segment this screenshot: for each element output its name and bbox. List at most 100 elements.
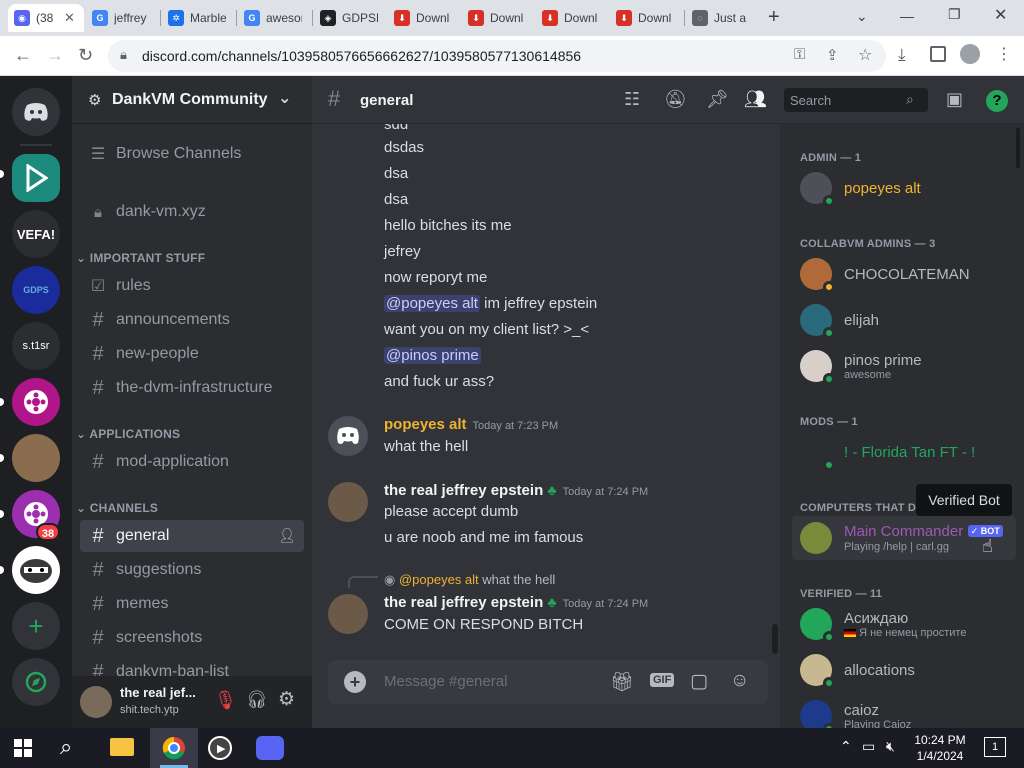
tab-jeffrey[interactable]: G jeffrey (86, 4, 158, 32)
help-icon[interactable]: ? (986, 90, 1008, 112)
channel-new-people[interactable]: # new-people (80, 338, 304, 370)
inbox-icon[interactable]: ▣ (946, 89, 963, 110)
volume-muted-icon[interactable]: 🔇︎ (886, 738, 895, 755)
channel-memes[interactable]: # memes (80, 588, 304, 620)
user-name[interactable]: the real jef... (120, 685, 196, 700)
windows-start-icon[interactable] (14, 739, 32, 757)
server-header[interactable]: ⚙ DankVM Community ⌄ (72, 76, 312, 124)
key-icon[interactable]: ⚿ (794, 46, 805, 63)
member-florida-tan[interactable]: ! - Florida Tan FT - ! (792, 430, 1016, 474)
channel-rules[interactable]: ☑ rules (80, 270, 304, 302)
server-vefa-icon[interactable]: VEFA! (12, 210, 60, 258)
server-st1sr-icon[interactable]: s.t1sr (12, 322, 60, 370)
user-mention[interactable]: @pinos prime (384, 347, 481, 364)
channel-suggestions[interactable]: # suggestions (80, 554, 304, 586)
discord-home-icon[interactable] (12, 88, 60, 136)
minimize-button[interactable]: — (900, 8, 914, 24)
channel-general[interactable]: # general 👤︎ (80, 520, 304, 552)
scrollbar[interactable] (772, 624, 778, 654)
browse-channels-item[interactable]: ☰ Browse Channels (80, 138, 304, 170)
mute-notifications-icon[interactable]: 🔕︎ (664, 89, 687, 110)
discord-taskbar-icon[interactable] (256, 736, 284, 760)
member-pinos-prime[interactable]: pinos prime awesome (792, 344, 1016, 388)
server-film-icon[interactable] (12, 378, 60, 426)
chevron-down-icon[interactable]: ⌄ (278, 88, 291, 108)
member-chocolateman[interactable]: CHOCOLATEMAN (792, 252, 1016, 296)
share-icon[interactable]: ⇪ (826, 46, 839, 64)
sticker-icon[interactable]: ▢ (690, 670, 708, 693)
settings-gear-icon[interactable]: ⚙ (278, 688, 295, 711)
category-applications[interactable]: ⌄ APPLICATIONS (76, 427, 180, 441)
member-asizhdayu[interactable]: Асиждаю Я не немец простите (792, 602, 1016, 646)
tab-search-chevron-icon[interactable]: ⌄ (856, 8, 868, 25)
reload-button[interactable]: ↻ (78, 45, 93, 66)
media-player-icon[interactable]: ▶ (208, 736, 232, 760)
category-channels[interactable]: ⌄ CHANNELS (76, 501, 158, 515)
channel-screenshots[interactable]: # screenshots (80, 622, 304, 654)
gif-icon[interactable]: GIF (650, 673, 675, 687)
message-author[interactable]: the real jeffrey epstein ♣ Today at 7:24 … (384, 482, 648, 499)
message-author[interactable]: the real jeffrey epstein ♣ Today at 7:24 … (384, 594, 648, 611)
tab-download-4[interactable]: ⬇ Downl (610, 4, 682, 32)
user-mention[interactable]: @popeyes alt (384, 295, 480, 312)
side-panel-icon[interactable] (930, 46, 946, 62)
close-tab-icon[interactable]: ✕ (64, 10, 75, 26)
network-icon[interactable]: ▭ (862, 738, 875, 755)
url-text[interactable]: discord.com/channels/1039580576656662627… (142, 48, 581, 64)
restore-button[interactable]: ❐ (948, 6, 961, 23)
search-input[interactable]: Search ⌕ (784, 88, 928, 112)
mute-mic-icon[interactable]: 🎙︎ (214, 690, 237, 711)
emoji-icon[interactable]: ☺ (730, 670, 749, 692)
avatar[interactable] (80, 686, 112, 718)
tab-gdpsf[interactable]: ◈ GDPSF (314, 4, 386, 32)
download-icon[interactable]: ⤓ (898, 45, 906, 65)
tab-download-3[interactable]: ⬇ Downl (536, 4, 608, 32)
member-allocations[interactable]: allocations (792, 648, 1016, 692)
bookmark-star-icon[interactable]: ☆ (858, 45, 872, 65)
channel-announcements[interactable]: # announcements (80, 304, 304, 336)
attach-plus-icon[interactable]: + (344, 671, 366, 693)
server-dankvm-icon[interactable] (12, 154, 60, 202)
explore-compass-icon[interactable] (12, 658, 60, 706)
channel-the-dvm-infrastructure[interactable]: # the-dvm-infrastructure (80, 372, 304, 404)
notification-center-icon[interactable]: 1 (984, 737, 1006, 757)
threads-icon[interactable]: ☷ (624, 89, 640, 110)
tray-chevron-up-icon[interactable]: ⌃ (840, 738, 852, 755)
add-server-icon[interactable]: + (12, 602, 60, 650)
pinned-messages-icon[interactable]: 📌︎ (706, 89, 729, 110)
channel-mod-application[interactable]: # mod-application (80, 446, 304, 478)
server-kid-avatar-icon[interactable] (12, 434, 60, 482)
tab-marble[interactable]: ✲ Marble (162, 4, 234, 32)
profile-avatar-icon[interactable] (960, 44, 980, 64)
gift-icon[interactable]: 🎁︎ (610, 670, 634, 694)
close-window-button[interactable]: ✕ (994, 5, 1007, 25)
tab-awesome[interactable]: G awesome (238, 4, 310, 32)
scrollbar[interactable] (1016, 128, 1020, 168)
tab-download-1[interactable]: ⬇ Downl (388, 4, 460, 32)
chrome-taskbar-button[interactable] (150, 728, 198, 768)
member-caioz[interactable]: caioz Playing Caioz (792, 694, 1016, 728)
clock-date[interactable]: 1/4/2024 (912, 749, 968, 763)
server-raccoon-icon[interactable] (12, 546, 60, 594)
tab-discord[interactable]: ◉ (38 ✕ (8, 4, 84, 32)
headphones-icon[interactable]: 🎧︎ (246, 690, 268, 710)
new-tab-button[interactable]: + (768, 6, 780, 29)
back-button[interactable]: ← (14, 45, 32, 66)
clock-time[interactable]: 10:24 PM (912, 733, 968, 747)
avatar[interactable] (328, 594, 368, 634)
member-popeyes-alt[interactable]: popeyes alt (792, 166, 1016, 210)
message-author[interactable]: popeyes alt Today at 7:23 PM (384, 416, 558, 433)
file-explorer-icon[interactable] (110, 738, 134, 756)
server-gdps-icon[interactable]: GDPS (12, 266, 60, 314)
forward-button[interactable]: → (46, 45, 64, 66)
invite-user-icon[interactable]: 👤︎ (278, 527, 296, 544)
channel-dank-vm-xyz[interactable]: 🔒︎ dank-vm.xyz (80, 196, 304, 228)
avatar[interactable] (328, 482, 368, 522)
menu-kebab-icon[interactable]: ⋮ (996, 44, 1012, 64)
omnibox[interactable]: 🔒︎ discord.com/channels/1039580576656662… (108, 40, 886, 72)
member-elijah[interactable]: elijah (792, 298, 1016, 342)
message-input[interactable]: Message #general (384, 673, 507, 690)
tab-download-2[interactable]: ⬇ Downl (462, 4, 534, 32)
category-important-stuff[interactable]: ⌄ IMPORTANT STUFF (76, 251, 205, 265)
avatar[interactable] (328, 416, 368, 456)
